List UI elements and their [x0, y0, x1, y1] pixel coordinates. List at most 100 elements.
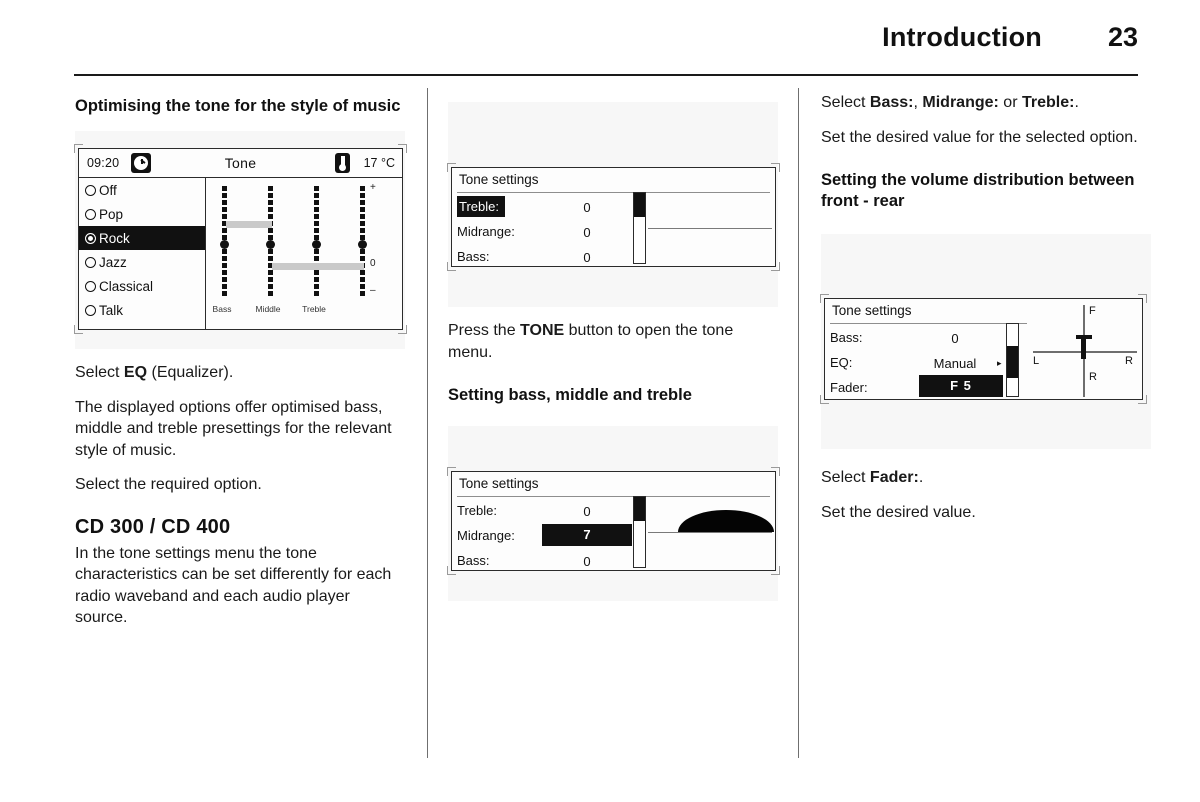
row-value-midrange[interactable]: 0	[562, 225, 612, 240]
eq-label-middle: Middle	[255, 304, 281, 314]
text-bold-treble: Treble:	[1021, 94, 1075, 111]
radio-button-icon	[85, 256, 96, 268]
paragraph-set-desired-value: Set the desired value.	[821, 503, 976, 521]
menu-title: Tone settings	[832, 303, 912, 318]
column-divider-left	[427, 88, 428, 758]
eq-scale-dot	[360, 207, 365, 212]
chevron-right-icon[interactable]: ▸	[997, 358, 1002, 369]
list-item-jazz[interactable]: Jazz	[79, 250, 205, 274]
text-fragment: Select	[821, 94, 870, 111]
row-label-midrange: Midrange:	[457, 224, 515, 239]
eq-scale-dot	[222, 193, 227, 198]
row-value-eq[interactable]: Manual	[920, 356, 990, 371]
eq-scale-dot	[314, 221, 319, 226]
eq-scale-dot	[360, 291, 365, 296]
eq-curve-axis	[648, 532, 772, 533]
row-treble[interactable]: Treble:	[457, 498, 497, 523]
title-divider	[457, 192, 770, 193]
screen-status-bar: 09:20 Tone 17 °C	[79, 149, 402, 178]
equalizer-graph: Bass Middle Treble + 0 –	[206, 178, 402, 329]
eq-scale-dot	[314, 249, 319, 254]
frame-corner-bottom-left	[447, 566, 456, 575]
eq-scale-dot	[268, 207, 273, 212]
row-label-bass: Bass:	[457, 249, 490, 264]
eq-scale-dot	[358, 240, 367, 249]
eq-bar-bass	[226, 221, 272, 228]
eq-scale-dot	[222, 256, 227, 261]
scrollbar[interactable]	[633, 496, 646, 568]
text-bold-midrange: Midrange:	[922, 94, 999, 111]
row-value-bass[interactable]: 0	[562, 250, 612, 265]
eq-scale-dot	[360, 256, 365, 261]
row-bass[interactable]: Bass:	[830, 325, 863, 350]
eq-scale-reference	[358, 186, 367, 299]
row-bass[interactable]: Bass:	[457, 244, 490, 269]
eq-scale-dot	[268, 284, 273, 289]
eq-scale-dot	[314, 200, 319, 205]
eq-scale-dot	[314, 277, 319, 282]
paragraph-set-desired-value-option: Set the desired value for the selected o…	[821, 128, 1138, 146]
text-bold-bass: Bass:	[869, 94, 914, 111]
text-fragment: Select	[75, 364, 124, 381]
text-bold-tone: TONE	[520, 322, 565, 339]
menu-title: Tone settings	[459, 476, 539, 491]
screen-title: Tone	[224, 155, 257, 171]
eq-bar-middle	[272, 263, 318, 270]
text-fragment: Select	[821, 469, 870, 486]
eq-scale-dot	[360, 193, 365, 198]
list-item-off[interactable]: Off	[79, 178, 205, 202]
device-screen-tone: 09:20 Tone 17 °C Off Pop Rock Jazz Class…	[74, 144, 407, 334]
list-item-label: Classical	[99, 278, 154, 294]
row-value-treble[interactable]: 0	[562, 504, 612, 519]
list-item-rock[interactable]: Rock	[79, 226, 205, 250]
menu-title: Tone settings	[459, 172, 539, 187]
row-label-treble: Treble:	[457, 503, 497, 518]
row-midrange[interactable]: Midrange:	[457, 523, 515, 548]
eq-scale-dot	[360, 214, 365, 219]
row-value-fader[interactable]: F 5	[919, 375, 1003, 397]
eq-scale-dot	[222, 249, 227, 254]
eq-scale-dot	[222, 291, 227, 296]
list-item-pop[interactable]: Pop	[79, 202, 205, 226]
row-value-midrange[interactable]: 7	[542, 524, 632, 546]
title-divider	[830, 323, 1027, 324]
figure-tone-presets: 09:20 Tone 17 °C Off Pop Rock Jazz Class…	[74, 131, 407, 349]
scrollbar[interactable]	[1006, 323, 1019, 397]
row-value-bass[interactable]: 0	[562, 554, 612, 569]
row-label-bass: Bass:	[830, 330, 863, 345]
scrollbar-thumb	[634, 497, 645, 521]
text-fragment: .	[918, 469, 924, 486]
heading-optimising-tone: Optimising the tone for the style of mus…	[75, 97, 401, 115]
eq-scale-dot	[268, 214, 273, 219]
row-value-treble[interactable]: 0	[562, 200, 612, 215]
eq-scale-middle	[266, 186, 275, 299]
eq-scale-dot	[360, 249, 365, 254]
row-bass[interactable]: Bass:	[457, 548, 490, 573]
row-label-bass: Bass:	[457, 553, 490, 568]
eq-preset-list[interactable]: Off Pop Rock Jazz Classical Talk	[79, 178, 206, 329]
fader-crosshair[interactable]: F R L R	[1027, 299, 1142, 399]
eq-scale-zero: 0	[370, 258, 376, 269]
eq-scale-dot	[360, 186, 365, 191]
row-value-bass[interactable]: 0	[925, 331, 985, 346]
figure-fader-settings: Tone settings Bass: 0 EQ: Manual ▸ Fader…	[820, 234, 1151, 449]
row-fader[interactable]: Fader:	[830, 375, 868, 400]
eq-scale-dot	[222, 277, 227, 282]
list-item-talk[interactable]: Talk	[79, 298, 205, 322]
eq-scale-dot	[314, 214, 319, 219]
list-item-classical[interactable]: Classical	[79, 274, 205, 298]
list-item-label: Rock	[99, 230, 130, 246]
eq-scale-dot	[268, 186, 273, 191]
radio-button-icon	[85, 280, 96, 292]
row-eq[interactable]: EQ:	[830, 350, 852, 375]
scrollbar[interactable]	[633, 192, 646, 264]
paragraph-select-required: Select the required option.	[75, 476, 262, 493]
fader-label-rear: R	[1089, 371, 1097, 383]
eq-scale-dot	[268, 228, 273, 233]
row-midrange[interactable]: Midrange:	[457, 219, 515, 244]
text-fragment: Press the	[448, 322, 521, 339]
eq-scale-dot	[268, 249, 273, 254]
eq-scale-dot	[222, 263, 227, 268]
figure-tone-settings-midrange: Tone settings Treble: 0 Midrange: 7 Bass…	[447, 426, 780, 601]
radio-button-icon	[85, 304, 96, 316]
